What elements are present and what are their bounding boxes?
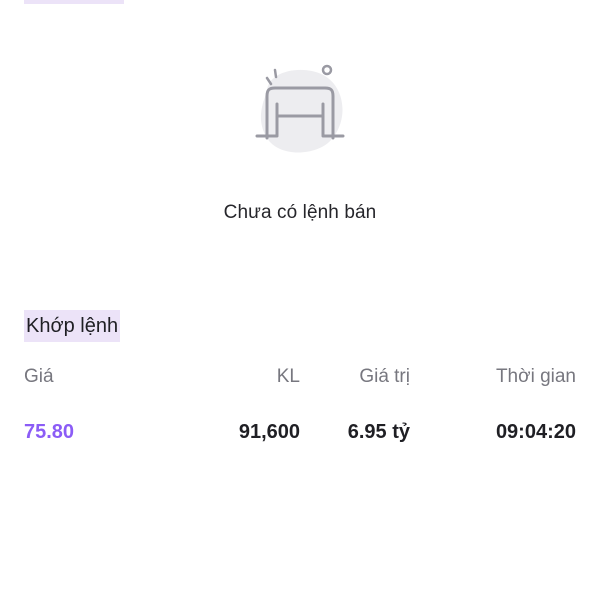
matched-orders-header: Giá KL Giá trị Thời gian (24, 362, 576, 392)
empty-inbox-icon (255, 64, 345, 153)
row-price: 75.80 (24, 421, 75, 443)
tab-highlight (24, 0, 124, 4)
row-time: 09:04:20 (495, 421, 576, 443)
empty-state: Chưa có lệnh bán (0, 60, 600, 223)
empty-state-message: Chưa có lệnh bán (223, 202, 377, 223)
matched-orders-title: Khớp lệnh (24, 310, 121, 342)
column-header-price: Giá (24, 366, 54, 387)
column-header-volume: KL (276, 366, 300, 387)
order-page: Chưa có lệnh bán Khớp lệnh Giá KL Giá tr… (0, 0, 600, 600)
row-volume: 91,600 (238, 421, 300, 443)
column-header-time: Thời gian (495, 366, 576, 387)
row-value: 6.95 tỷ (347, 421, 410, 443)
table-row: 75.80 91,600 6.95 tỷ 09:04:20 (24, 417, 576, 447)
column-header-value: Giá trị (359, 366, 410, 387)
